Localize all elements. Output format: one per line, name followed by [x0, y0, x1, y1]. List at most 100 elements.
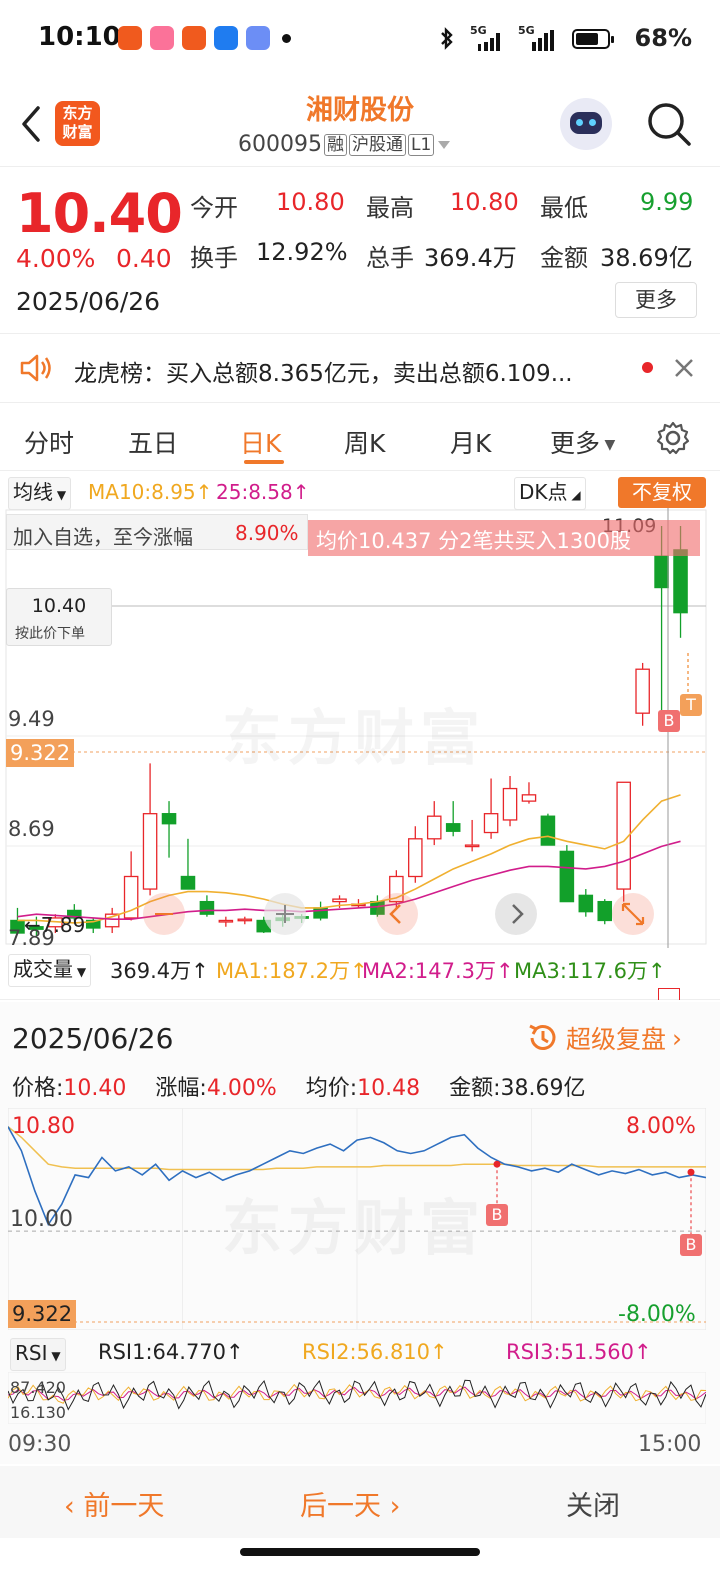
close-notice-icon[interactable] — [672, 356, 696, 380]
candle-body — [408, 838, 423, 878]
intraday-cost-badge: 9.322 — [8, 1300, 77, 1328]
next-day-label: 后一天 — [300, 1491, 381, 1522]
vol-ma1: MA1:187.2万↑ — [216, 959, 368, 983]
rsi-bottom-label: 16.130 — [10, 1403, 66, 1422]
super-replay-button[interactable]: 超级复盘 › — [526, 1020, 682, 1056]
close-button[interactable]: 关闭 — [566, 1484, 620, 1523]
change-percent: 4.00% — [16, 244, 96, 273]
history-clock-icon — [529, 1024, 556, 1050]
scroll-left-button[interactable] — [376, 893, 418, 935]
t-marker: T — [680, 694, 702, 716]
fullscreen-button[interactable] — [612, 893, 654, 935]
phone-icon — [214, 26, 238, 50]
low-price-marker: ←7.89 — [24, 913, 86, 937]
candle-body — [161, 813, 177, 825]
vol-ma3: MA3:117.6万↑ — [514, 959, 666, 983]
search-icon[interactable] — [645, 100, 693, 148]
prev-day-button[interactable]: ‹ 前一天 — [64, 1484, 164, 1523]
app-grid-icon — [182, 26, 206, 50]
stock-code-row[interactable]: 600095 融 沪股通 L1 — [238, 132, 452, 157]
candle-body — [635, 668, 650, 714]
rsi-top-label: 87.420 — [10, 1378, 66, 1397]
turnover-label: 换手 — [190, 244, 238, 272]
chevron-left-icon: ‹ — [64, 1491, 84, 1522]
time-start: 09:30 — [8, 1432, 72, 1457]
zoom-out-button[interactable] — [143, 893, 185, 935]
candle-body — [654, 555, 669, 589]
no-adjust-button[interactable]: 不复权 — [618, 477, 706, 508]
amount-value: 38.69亿 — [600, 244, 693, 272]
tab-weekly-k[interactable]: 周K — [344, 424, 385, 460]
battery-icon — [572, 29, 614, 49]
tab-more[interactable]: 更多 ▼ — [550, 424, 615, 460]
watermark-text: 东方财富 — [222, 690, 486, 777]
candle-body — [483, 813, 499, 834]
avg-buy-text: 均价10.437 分2笔共买入1300股 — [316, 529, 631, 553]
tabs-divider — [0, 470, 720, 471]
intraday-buy-marker-2: B — [680, 1234, 702, 1256]
more-notifications-dot — [282, 34, 291, 43]
tab-monthly-k[interactable]: 月K — [450, 424, 491, 460]
signal-icon-1 — [478, 33, 500, 51]
order-at-price-box[interactable]: 10.40 按此价下单 — [6, 588, 112, 646]
dragon-tiger-notice[interactable]: 龙虎榜：买入总额8.365亿元，卖出总额6.109... — [0, 334, 720, 402]
home-indicator — [240, 1548, 480, 1556]
buy-marker: B — [658, 710, 680, 732]
ma10-value: MA10:8.95↑ — [88, 480, 213, 504]
low-value: 9.99 — [640, 188, 694, 216]
order-hint: 按此价下单 — [15, 626, 85, 642]
open-value: 10.80 — [276, 188, 345, 216]
notice-text: 龙虎榜：买入总额8.365亿元，卖出总额6.109... — [74, 361, 573, 387]
corner-triangle-icon: ◢ — [567, 488, 581, 502]
ai-assistant-icon[interactable] — [560, 98, 612, 150]
more-quote-button[interactable]: 更多 — [615, 282, 697, 318]
quote-date: 2025/06/26 — [16, 287, 161, 316]
chevron-right-icon: › — [672, 1023, 683, 1053]
candle-body — [142, 813, 158, 890]
add-watchlist-box[interactable]: 加入自选，至今涨幅 8.90% — [6, 514, 308, 550]
candle-body — [597, 900, 613, 922]
candle-body — [199, 900, 215, 915]
next-day-button[interactable]: 后一天 › — [300, 1484, 400, 1523]
intraday-stats: 价格:10.40 涨幅:4.00% 均价:10.48 金额:38.69亿 — [12, 1070, 586, 1102]
watchlist-text: 加入自选，至今涨幅 — [13, 525, 193, 549]
cursor-price: 10.40 — [31, 595, 87, 617]
ma-select[interactable]: 均线 ▼ — [8, 477, 72, 510]
margin-tag: 融 — [323, 133, 347, 156]
zoom-in-button[interactable] — [264, 893, 306, 935]
period-tabs: 分时 五日 日K 周K 月K 更多 ▼ — [0, 404, 720, 470]
tab-daily-k[interactable]: 日K — [240, 424, 281, 460]
tab-more-label: 更多 — [550, 429, 601, 458]
prev-day-label: 前一天 — [83, 1491, 165, 1522]
cost-price-badge: 9.322 — [6, 739, 75, 767]
tab-five-day[interactable]: 五日 — [128, 424, 178, 460]
buy-point-1 — [493, 1160, 501, 1168]
volume-strip — [0, 984, 720, 1000]
settings-gear-icon[interactable] — [655, 420, 691, 456]
scroll-right-button[interactable] — [495, 893, 537, 935]
dk-point-select[interactable]: DK点 ◢ — [514, 477, 586, 510]
dropdown-triangle-icon: ▼ — [47, 1349, 61, 1363]
unread-dot — [642, 362, 653, 373]
candle-body — [578, 894, 594, 913]
candle-body — [180, 875, 196, 890]
candle-body — [426, 815, 442, 840]
avg-value: 10.48 — [357, 1076, 421, 1101]
volume-label: 总手 — [366, 244, 414, 272]
intraday-top-pct: 8.00% — [626, 1114, 696, 1139]
candle-body — [445, 823, 461, 832]
avg-buy-banner: 均价10.437 分2笔共买入1300股 — [308, 520, 700, 556]
tab-intraday[interactable]: 分时 — [24, 424, 74, 460]
open-label: 今开 — [190, 194, 238, 222]
buy-point-2 — [687, 1168, 695, 1176]
volume-select[interactable]: 成交量 ▼ — [8, 954, 92, 987]
candle-body — [332, 898, 347, 903]
signal-icon-2 — [532, 30, 554, 51]
dropdown-triangle-icon: ▼ — [73, 965, 87, 979]
candle-body — [521, 794, 537, 802]
rsi-select[interactable]: RSI ▼ — [10, 1338, 66, 1371]
chg-label: 涨幅: — [155, 1076, 207, 1101]
candle-body — [464, 844, 480, 848]
intraday-mid-price: 10.00 — [10, 1207, 73, 1232]
amt-label: 金额: — [449, 1076, 501, 1101]
